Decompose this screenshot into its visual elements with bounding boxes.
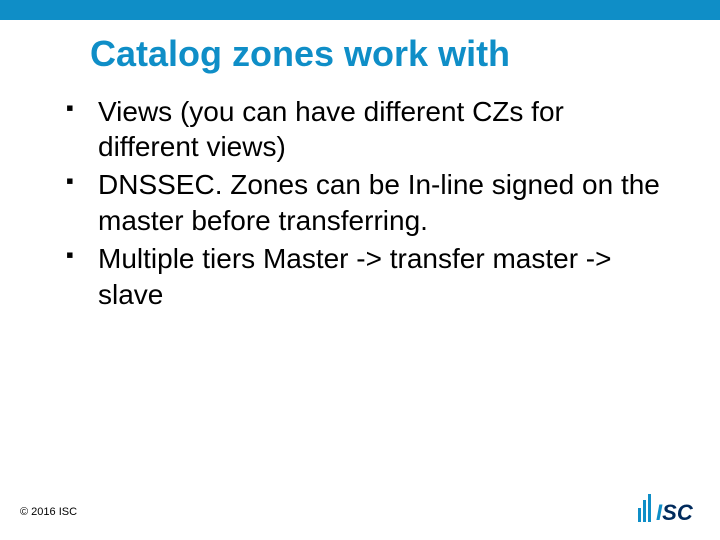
logo-letter-s: S xyxy=(662,500,677,525)
bullet-list: Views (you can have different CZs for di… xyxy=(60,94,660,313)
slide-footer: © 2016 ISC ISC xyxy=(20,486,700,526)
logo-bars-icon xyxy=(638,492,656,522)
slide-body: Views (you can have different CZs for di… xyxy=(60,94,660,313)
copyright-text: © 2016 ISC xyxy=(20,506,77,518)
logo-text: ISC xyxy=(656,500,693,526)
bullet-item: DNSSEC. Zones can be In-line signed on t… xyxy=(60,167,660,239)
slide-title: Catalog zones work with xyxy=(90,34,680,74)
slide: Catalog zones work with Views (you can h… xyxy=(0,0,720,540)
accent-top-bar xyxy=(0,0,720,20)
bullet-item: Multiple tiers Master -> transfer master… xyxy=(60,241,660,313)
isc-logo: ISC xyxy=(638,486,700,526)
logo-letter-c: C xyxy=(677,500,693,525)
bullet-item: Views (you can have different CZs for di… xyxy=(60,94,660,166)
